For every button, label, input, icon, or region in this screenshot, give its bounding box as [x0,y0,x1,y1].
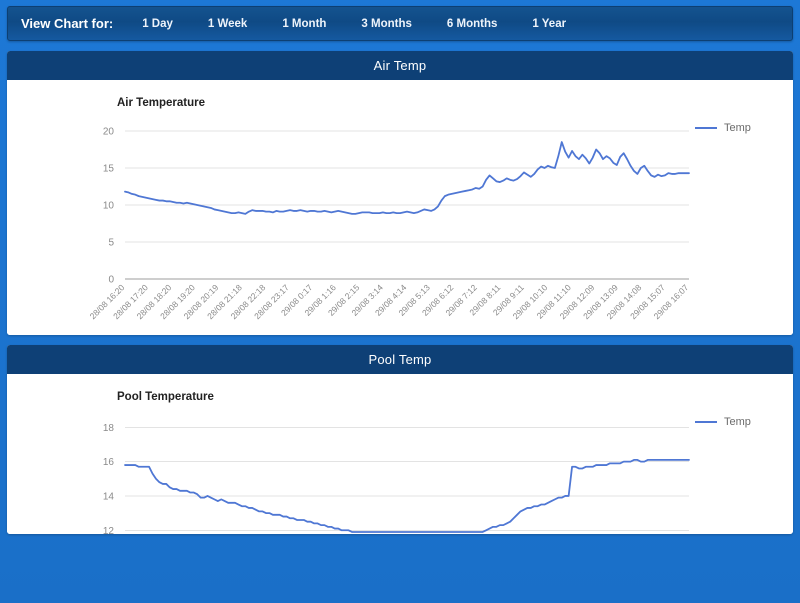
range-link-1-month[interactable]: 1 Month [275,15,333,33]
pool-temp-panel-header: Pool Temp [7,345,793,374]
y-axis-tick-label: 0 [108,275,114,286]
y-axis-tick-label: 18 [103,423,115,434]
pool-temp-chart: Pool Temperature 12141618 Temp [7,374,793,534]
legend-swatch-temp [695,421,717,423]
air-temp-panel: Air Temp Air Temperature 0510152028/08 1… [7,51,793,335]
range-link-1-year[interactable]: 1 Year [525,15,573,33]
air-temp-plot: 0510152028/08 16:2028/08 17:2028/08 18:2… [7,80,793,335]
pool-temp-panel-body: Pool Temperature 12141618 Temp [7,374,793,534]
legend-swatch-temp [695,127,717,129]
y-axis-tick-label: 5 [108,238,114,249]
air-temp-panel-header: Air Temp [7,51,793,80]
air-temp-legend: Temp [695,122,751,134]
legend-label-temp: Temp [724,416,751,428]
pool-temp-plot: 12 14 16 18 [7,374,793,534]
range-link-1-week[interactable]: 1 Week [201,15,254,33]
range-link-3-months[interactable]: 3 Months [354,15,418,33]
range-link-1-day[interactable]: 1 Day [135,15,180,33]
y-axis-tick-label: 10 [103,201,115,212]
y-axis-tick-label: 12 [103,526,115,534]
y-axis-tick-label: 20 [103,127,115,138]
air-temp-panel-body: Air Temperature 0510152028/08 16:2028/08… [7,80,793,335]
legend-label-temp: Temp [724,122,751,134]
y-axis-tick-label: 14 [103,491,115,502]
pool-temp-legend: Temp [695,416,751,428]
y-axis-tick-label: 16 [103,457,115,468]
toolbar-label: View Chart for: [21,16,113,31]
air-temp-chart: Air Temperature 0510152028/08 16:2028/08… [7,80,793,335]
time-range-links: 1 Day 1 Week 1 Month 3 Months 6 Months 1… [135,15,573,33]
range-link-6-months[interactable]: 6 Months [440,15,504,33]
series-line-temp [125,142,689,214]
page-root: View Chart for: 1 Day 1 Week 1 Month 3 M… [0,0,800,603]
y-axis-tick-label: 15 [103,164,115,175]
view-chart-toolbar: View Chart for: 1 Day 1 Week 1 Month 3 M… [7,6,793,41]
pool-temp-panel: Pool Temp Pool Temperature 12141618 Temp [7,345,793,534]
